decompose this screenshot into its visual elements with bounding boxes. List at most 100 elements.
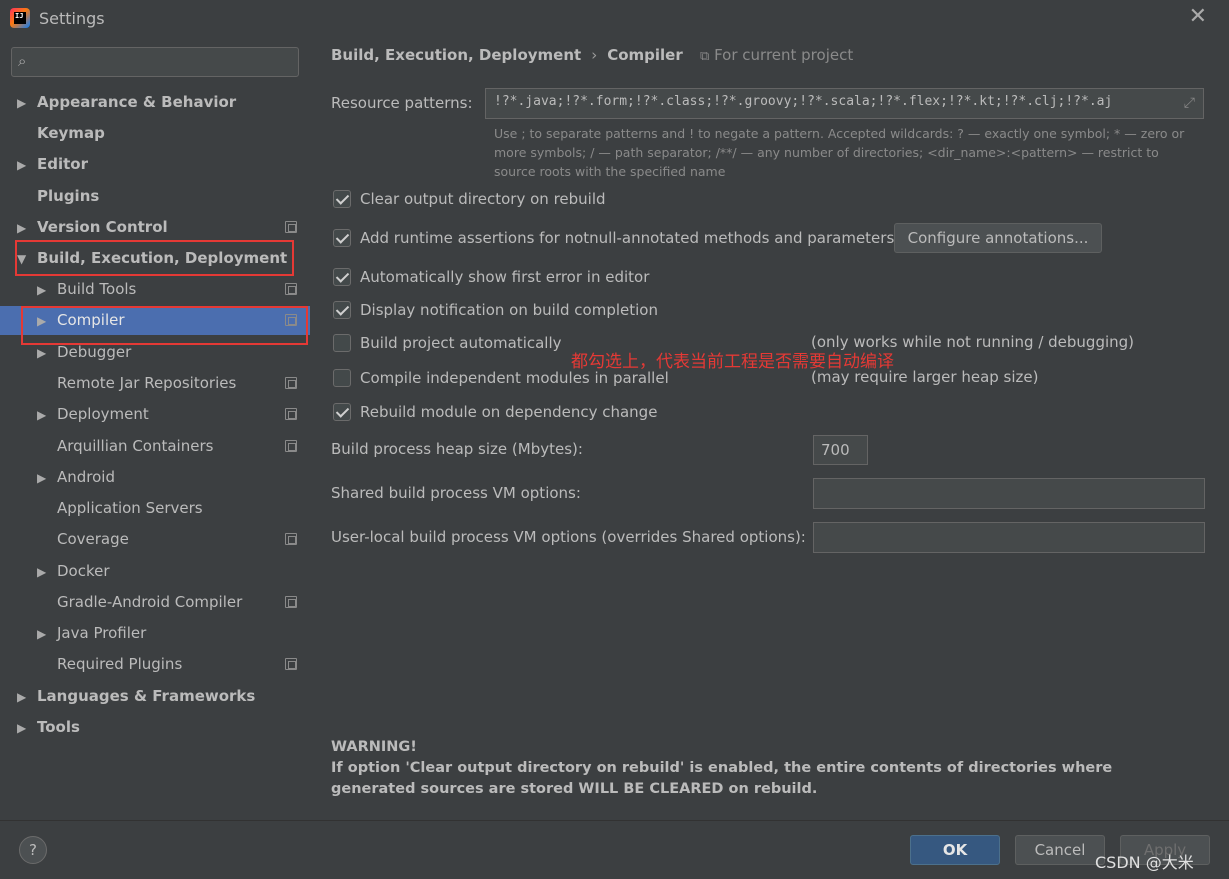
sidebar-item-label: Editor bbox=[37, 155, 88, 173]
scope-label: For current project bbox=[714, 46, 854, 64]
project-scope-icon bbox=[285, 377, 297, 389]
sidebar-item-debugger[interactable]: ▶ Debugger bbox=[37, 338, 131, 367]
chevron-right-icon[interactable]: ▶ bbox=[37, 401, 57, 430]
sidebar-item-appearance-behavior[interactable]: ▶ Appearance & Behavior bbox=[17, 88, 236, 117]
sidebar-item-label: Arquillian Containers bbox=[57, 437, 214, 455]
heap-size-label: Build process heap size (Mbytes): bbox=[331, 440, 583, 458]
sidebar-item-label: Docker bbox=[57, 562, 110, 580]
show-first-error-checkbox[interactable] bbox=[333, 268, 351, 286]
sidebar-item-version-control[interactable]: ▶ Version Control bbox=[17, 213, 168, 242]
sidebar-item-docker[interactable]: ▶ Docker bbox=[37, 557, 110, 586]
display-notification-label: Display notification on build completion bbox=[360, 301, 658, 319]
project-scope-icon bbox=[285, 658, 297, 670]
chevron-right-icon[interactable]: ▶ bbox=[37, 339, 57, 368]
compile-parallel-checkbox[interactable] bbox=[333, 369, 351, 387]
resource-patterns-label: Resource patterns: bbox=[331, 94, 473, 112]
sidebar-item-remote-jar-repositories[interactable]: Remote Jar Repositories bbox=[37, 369, 236, 398]
breadcrumb-current: Compiler bbox=[607, 46, 683, 64]
resource-patterns-field[interactable]: !?*.java;!?*.form;!?*.class;!?*.groovy;!… bbox=[485, 88, 1204, 119]
breadcrumb: Build, Execution, Deployment › Compiler bbox=[331, 46, 683, 64]
sidebar-item-label: Deployment bbox=[57, 405, 149, 423]
chevron-right-icon[interactable]: ▶ bbox=[17, 714, 37, 743]
sidebar-item-gradle-android-compiler[interactable]: Gradle-Android Compiler bbox=[37, 588, 242, 617]
project-scope-icon bbox=[285, 283, 297, 295]
sidebar-item-arquillian-containers[interactable]: Arquillian Containers bbox=[37, 432, 213, 461]
project-scope-icon bbox=[285, 314, 297, 326]
project-scope-icon bbox=[285, 440, 297, 452]
user-vm-input[interactable] bbox=[813, 522, 1205, 553]
sidebar-item-label: Debugger bbox=[57, 343, 132, 361]
resource-patterns-hint: Use ; to separate patterns and ! to nega… bbox=[494, 126, 1185, 179]
sidebar-item-plugins[interactable]: Plugins bbox=[17, 182, 99, 211]
sidebar-item-label: Application Servers bbox=[57, 499, 203, 517]
help-button[interactable]: ? bbox=[19, 836, 47, 864]
annotation-text: 都勾选上，代表当前工程是否需要自动编译 bbox=[571, 352, 894, 372]
chevron-right-icon[interactable]: ▶ bbox=[37, 558, 57, 587]
sidebar-item-tools[interactable]: ▶ Tools bbox=[17, 713, 80, 742]
configure-annotations-button[interactable]: Configure annotations... bbox=[894, 223, 1102, 253]
breadcrumb-separator: › bbox=[591, 46, 598, 64]
heap-size-input[interactable]: 700 bbox=[813, 435, 868, 465]
sidebar-item-label: Keymap bbox=[37, 124, 105, 142]
sidebar-item-label: Compiler bbox=[57, 311, 125, 329]
project-scope-icon bbox=[285, 533, 297, 545]
sidebar-item-compiler[interactable]: ▶ Compiler bbox=[0, 306, 310, 335]
chevron-right-icon[interactable]: ▶ bbox=[37, 307, 57, 336]
clear-output-checkbox[interactable] bbox=[333, 190, 351, 208]
search-input[interactable]: ⌕ bbox=[11, 47, 299, 77]
scope-indicator: ⧉ For current project bbox=[700, 46, 853, 64]
csdn-watermark: CSDN @大米 bbox=[1095, 853, 1194, 872]
sidebar-item-coverage[interactable]: Coverage bbox=[37, 525, 129, 554]
project-scope-icon bbox=[285, 596, 297, 608]
chevron-right-icon[interactable]: ▶ bbox=[17, 89, 37, 118]
sidebar-item-application-servers[interactable]: Application Servers bbox=[37, 494, 203, 523]
breadcrumb-parent: Build, Execution, Deployment bbox=[331, 46, 582, 64]
chevron-right-icon[interactable]: ▶ bbox=[37, 464, 57, 493]
chevron-right-icon[interactable]: ▶ bbox=[17, 683, 37, 712]
sidebar-item-build-execution-deployment[interactable]: ▼ Build, Execution, Deployment bbox=[17, 244, 287, 273]
rebuild-dependency-label: Rebuild module on dependency change bbox=[360, 403, 658, 421]
runtime-assertions-checkbox[interactable] bbox=[333, 229, 351, 247]
sidebar-item-label: Gradle-Android Compiler bbox=[57, 593, 243, 611]
sidebar-item-label: Build, Execution, Deployment bbox=[37, 249, 288, 267]
sidebar-item-required-plugins[interactable]: Required Plugins bbox=[37, 650, 182, 679]
chevron-right-icon[interactable]: ▶ bbox=[17, 151, 37, 180]
sidebar-item-label: Tools bbox=[37, 718, 80, 736]
expand-icon[interactable]: ⤢ bbox=[1184, 95, 1195, 111]
display-notification-checkbox[interactable] bbox=[333, 301, 351, 319]
sidebar-item-keymap[interactable]: Keymap bbox=[17, 119, 105, 148]
build-automatically-checkbox[interactable] bbox=[333, 334, 351, 352]
sidebar-item-editor[interactable]: ▶ Editor bbox=[17, 150, 88, 179]
sidebar-item-label: Coverage bbox=[57, 530, 129, 548]
chevron-down-icon[interactable]: ▼ bbox=[17, 245, 37, 274]
sidebar-item-android[interactable]: ▶ Android bbox=[37, 463, 115, 492]
show-first-error-label: Automatically show first error in editor bbox=[360, 268, 650, 286]
sidebar-item-build-tools[interactable]: ▶ Build Tools bbox=[37, 275, 136, 304]
sidebar-item-label: Build Tools bbox=[57, 280, 137, 298]
runtime-assertions-label: Add runtime assertions for notnull-annot… bbox=[360, 229, 895, 247]
intellij-idea-icon: IJ bbox=[10, 8, 30, 28]
sidebar-item-label: Android bbox=[57, 468, 115, 486]
chevron-right-icon[interactable]: ▶ bbox=[37, 276, 57, 305]
sidebar-item-java-profiler[interactable]: ▶ Java Profiler bbox=[37, 619, 146, 648]
clear-output-label: Clear output directory on rebuild bbox=[360, 190, 606, 208]
ok-button[interactable]: OK bbox=[910, 835, 1000, 865]
chevron-right-icon[interactable]: ▶ bbox=[17, 214, 37, 243]
warning-block: WARNING! If option 'Clear output directo… bbox=[331, 737, 1201, 800]
close-icon[interactable]: ✕ bbox=[1189, 6, 1207, 28]
resource-patterns-value: !?*.java;!?*.form;!?*.class;!?*.groovy;!… bbox=[494, 94, 1113, 109]
sidebar-item-label: Required Plugins bbox=[57, 655, 183, 673]
sidebar-item-label: Appearance & Behavior bbox=[37, 93, 237, 111]
build-automatically-label: Build project automatically bbox=[360, 334, 562, 352]
warning-title: WARNING! bbox=[331, 739, 417, 755]
chevron-right-icon[interactable]: ▶ bbox=[37, 620, 57, 649]
project-scope-icon bbox=[285, 221, 297, 233]
sidebar-item-deployment[interactable]: ▶ Deployment bbox=[37, 400, 149, 429]
rebuild-dependency-checkbox[interactable] bbox=[333, 403, 351, 421]
sidebar-item-label: Languages & Frameworks bbox=[37, 687, 256, 705]
shared-vm-input[interactable] bbox=[813, 478, 1205, 509]
cancel-button[interactable]: Cancel bbox=[1015, 835, 1105, 865]
sidebar-item-label: Remote Jar Repositories bbox=[57, 374, 237, 392]
sidebar-item-languages-frameworks[interactable]: ▶ Languages & Frameworks bbox=[17, 682, 255, 711]
sidebar-item-label: Version Control bbox=[37, 218, 168, 236]
